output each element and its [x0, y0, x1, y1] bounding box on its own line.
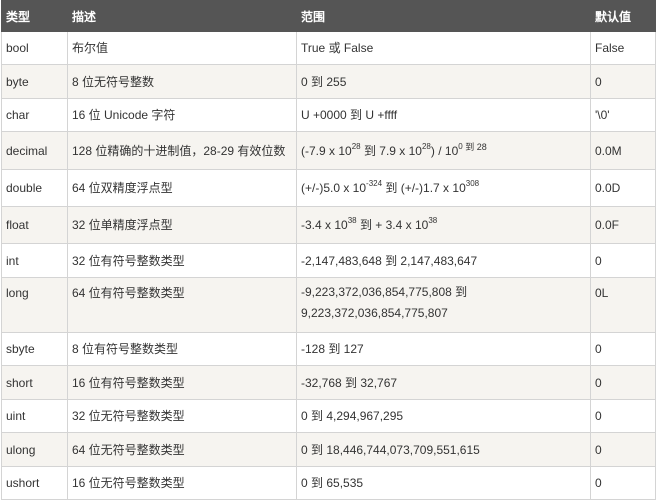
header-range: 范围	[296, 0, 591, 32]
cell-description: 16 位有符号整数类型	[67, 365, 297, 400]
cell-default: 0	[590, 243, 656, 278]
cell-type: ushort	[1, 466, 68, 500]
cell-type: bool	[1, 31, 68, 65]
range-text: -3.4 x 10	[301, 218, 348, 232]
cell-type: byte	[1, 64, 68, 99]
cell-default: 0.0F	[590, 206, 656, 244]
cell-description: 32 位无符号整数类型	[67, 399, 297, 433]
cell-description: 64 位无符号整数类型	[67, 432, 297, 467]
cell-description: 32 位单精度浮点型	[67, 206, 297, 244]
range-exponent: 28	[421, 141, 431, 151]
table-row: int 32 位有符号整数类型 -2,147,483,648 到 2,147,4…	[1, 243, 656, 278]
table-row: double 64 位双精度浮点型 (+/-)5.0 x 10-324 到 (+…	[1, 169, 656, 207]
cell-range: 0 到 65,535	[296, 466, 591, 500]
cell-default: 0	[590, 399, 656, 433]
range-text: ) / 10	[430, 143, 459, 158]
range-exponent: 308	[465, 179, 480, 188]
cell-range: -2,147,483,648 到 2,147,483,647	[296, 243, 591, 278]
cell-range: U +0000 到 U +ffff	[296, 98, 591, 132]
table-row: ushort 16 位无符号整数类型 0 到 65,535 0	[1, 466, 656, 500]
cell-default: 0	[590, 332, 656, 366]
table-row: sbyte 8 位有符号整数类型 -128 到 127 0	[1, 332, 656, 366]
header-description: 描述	[67, 0, 297, 32]
table-row: long 64 位有符号整数类型 -9,223,372,036,854,775,…	[1, 277, 656, 333]
cell-type: short	[1, 365, 68, 400]
header-default: 默认值	[590, 0, 656, 32]
table-row: ulong 64 位无符号整数类型 0 到 18,446,744,073,709…	[1, 432, 656, 467]
range-exponent: -324	[366, 179, 383, 188]
header-type: 类型	[1, 0, 68, 32]
cell-range: -32,768 到 32,767	[296, 365, 591, 400]
table-row: bool 布尔值 True 或 False False	[1, 31, 656, 65]
cell-description: 32 位有符号整数类型	[67, 243, 297, 278]
cell-default: 0	[590, 432, 656, 467]
table-row: short 16 位有符号整数类型 -32,768 到 32,767 0	[1, 365, 656, 400]
range-exponent: 0	[458, 141, 463, 151]
cell-default: False	[590, 31, 656, 65]
cell-description: 64 位有符号整数类型	[67, 277, 297, 333]
cell-description: 16 位 Unicode 字符	[67, 98, 297, 132]
cell-default: '\0'	[590, 98, 656, 132]
cell-type: decimal	[1, 131, 68, 170]
cell-default: 0.0M	[590, 131, 656, 170]
cell-description: 8 位有符号整数类型	[67, 332, 297, 366]
range-line-1: -9,223,372,036,854,775,808 到	[301, 285, 468, 299]
cell-type: int	[1, 243, 68, 278]
data-types-table: 类型 描述 范围 默认值 bool 布尔值 True 或 False False…	[1, 0, 656, 500]
cell-type: double	[1, 169, 68, 207]
range-text: (-7.9 x 10	[301, 143, 352, 158]
cell-description: 128 位精确的十进制值，28-29 有效位数	[67, 131, 297, 170]
table-row: byte 8 位无符号整数 0 到 255 0	[1, 64, 656, 99]
cell-type: char	[1, 98, 68, 132]
cell-type: sbyte	[1, 332, 68, 366]
cell-description: 64 位双精度浮点型	[67, 169, 297, 207]
cell-range: 0 到 4,294,967,295	[296, 399, 591, 433]
range-text: 到 (+/-)1.7 x 10	[382, 181, 466, 195]
cell-range: -9,223,372,036,854,775,808 到 9,223,372,03…	[296, 277, 591, 333]
range-text: 到 + 3.4 x 10	[356, 218, 429, 232]
range-exponent: 38	[347, 216, 357, 225]
range-exponent: 28	[351, 141, 361, 151]
table-row: uint 32 位无符号整数类型 0 到 4,294,967,295 0	[1, 399, 656, 433]
cell-range: (-7.9 x 1028 到 7.9 x 1028) / 100 到 28	[296, 131, 591, 170]
cell-range: 0 到 18,446,744,073,709,551,615	[296, 432, 591, 467]
table-header-row: 类型 描述 范围 默认值	[1, 0, 656, 32]
range-text: (+/-)5.0 x 10	[301, 181, 367, 195]
cell-type: float	[1, 206, 68, 244]
cell-range: (+/-)5.0 x 10-324 到 (+/-)1.7 x 10308	[296, 169, 591, 207]
cell-range: 0 到 255	[296, 64, 591, 99]
cell-type: long	[1, 277, 68, 333]
range-line-2: 9,223,372,036,854,775,807	[301, 306, 448, 320]
cell-default: 0	[590, 365, 656, 400]
cell-default: 0.0D	[590, 169, 656, 207]
cell-type: ulong	[1, 432, 68, 467]
cell-range: -3.4 x 1038 到 + 3.4 x 1038	[296, 206, 591, 244]
cell-description: 布尔值	[67, 31, 297, 65]
cell-default: 0	[590, 466, 656, 500]
cell-range: -128 到 127	[296, 332, 591, 366]
cell-default: 0L	[590, 277, 656, 333]
table-row: decimal 128 位精确的十进制值，28-29 有效位数 (-7.9 x …	[1, 131, 656, 170]
range-text-small: 到 28	[462, 141, 487, 152]
table-row: float 32 位单精度浮点型 -3.4 x 1038 到 + 3.4 x 1…	[1, 206, 656, 244]
cell-type: uint	[1, 399, 68, 433]
range-exponent: 38	[428, 216, 438, 225]
cell-range: True 或 False	[296, 31, 591, 65]
cell-description: 8 位无符号整数	[67, 64, 297, 99]
table-row: char 16 位 Unicode 字符 U +0000 到 U +ffff '…	[1, 98, 656, 132]
cell-description: 16 位无符号整数类型	[67, 466, 297, 500]
range-text: 到 7.9 x 10	[360, 143, 422, 158]
cell-default: 0	[590, 64, 656, 99]
